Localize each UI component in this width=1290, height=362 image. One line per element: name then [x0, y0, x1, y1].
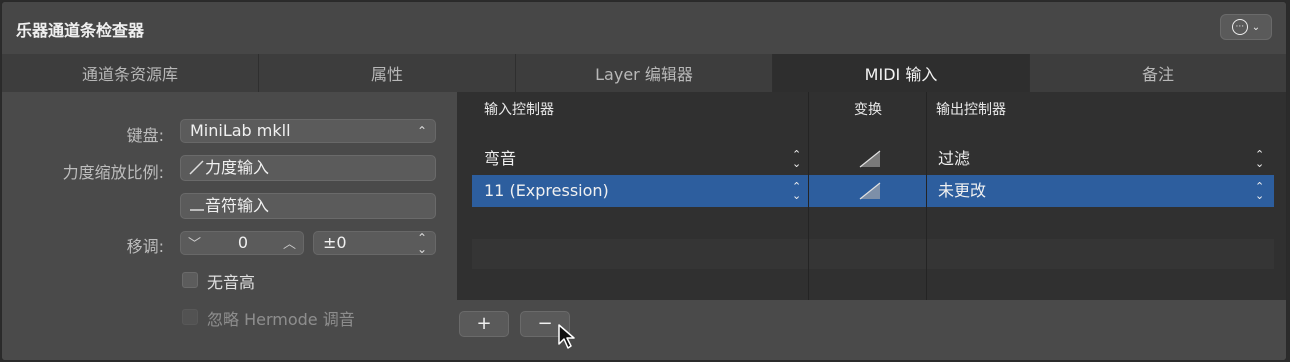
velocity-scale-label: 力度缩放比例: — [62, 163, 164, 182]
ellipsis-circle-icon: ··· — [1231, 19, 1248, 35]
transpose-offset-value: ±0 — [323, 233, 347, 252]
note-input-field[interactable]: 音符输入 — [180, 193, 436, 219]
ignore-hermode-label: 忽略 Hermode 调音 — [207, 310, 355, 329]
up-down-chevron-icon[interactable]: ⌃ ⌄ — [792, 149, 801, 169]
action-menu-button[interactable]: ··· ⌄ — [1220, 14, 1272, 40]
tab-attributes[interactable]: 属性 — [259, 54, 516, 92]
empty-row — [472, 239, 1274, 269]
header-transform: 变换 — [854, 102, 882, 118]
tab-midi-input[interactable]: MIDI 输入 — [773, 54, 1030, 92]
add-row-button[interactable]: + — [459, 311, 509, 337]
tab-bar: 通道条资源库 属性 Layer 编辑器 MIDI 输入 备注 — [2, 54, 1286, 93]
up-down-chevron-icon[interactable]: ⌃ ⌄ — [1255, 181, 1264, 201]
header-input-controller: 输入控制器 — [484, 102, 554, 118]
chevron-down-icon: ⌄ — [1251, 21, 1261, 33]
header-output-controller: 输出控制器 — [936, 102, 1006, 118]
transpose-label: 移调: — [126, 237, 164, 256]
input-controller-value: 11 (Expression) — [484, 181, 609, 200]
table-row-selected[interactable]: 11 (Expression) ⌃ ⌄ 未更改 ⌃ ⌄ — [472, 175, 1274, 207]
transpose-stepper[interactable]: ﹀ 0 ︿ — [180, 231, 304, 255]
mouse-pointer-icon — [558, 324, 575, 349]
column-divider — [808, 92, 809, 300]
output-controller-value: 未更改 — [938, 181, 987, 200]
linear-transform-icon[interactable] — [859, 150, 881, 168]
keyboard-label: 键盘: — [126, 126, 164, 145]
table-row[interactable]: 弯音 ⌃ ⌄ 过滤 ⌃ ⌄ — [472, 143, 1274, 175]
no-pitch-label: 无音高 — [207, 273, 256, 292]
title-bar: 乐器通道条检查器 ··· ⌄ — [2, 2, 1286, 55]
table-footer — [457, 300, 1286, 360]
flat-line-icon — [190, 209, 204, 211]
column-divider — [926, 92, 927, 300]
ignore-hermode-checkbox[interactable] — [182, 309, 198, 325]
output-controller-value: 过滤 — [938, 149, 971, 168]
controller-table: 输入控制器 变换 输出控制器 弯音 ⌃ ⌄ 过滤 ⌃ ⌄ 11 (Expressio… — [457, 92, 1286, 300]
inspector-window: 乐器通道条检查器 ··· ⌄ 通道条资源库 属性 Layer 编辑器 MIDI … — [1, 1, 1287, 361]
velocity-ramp-icon — [189, 160, 204, 175]
velocity-input-field[interactable]: 力度输入 — [180, 155, 436, 181]
no-pitch-checkbox[interactable] — [182, 272, 198, 288]
window-title: 乐器通道条检查器 — [16, 21, 145, 40]
up-down-chevron-icon: ⌃ ⌄ — [416, 231, 427, 256]
tab-notes[interactable]: 备注 — [1030, 54, 1286, 92]
tab-layer-editor[interactable]: Layer 编辑器 — [516, 54, 773, 92]
note-in-text: 音符输入 — [205, 196, 270, 215]
up-down-chevron-icon: ⌃ — [416, 124, 427, 138]
linear-transform-icon[interactable] — [859, 182, 881, 200]
up-down-chevron-icon[interactable]: ⌃ ⌄ — [792, 181, 801, 201]
transpose-offset-popup[interactable]: ±0 ⌃ ⌄ — [313, 231, 436, 255]
up-down-chevron-icon[interactable]: ⌃ ⌄ — [1255, 149, 1264, 169]
velocity-in-text: 力度输入 — [205, 158, 270, 177]
chevron-up-icon[interactable]: ︿ — [283, 233, 296, 252]
settings-panel: 键盘: MiniLab mkll ⌃ 力度缩放比例: 力度输入 音符输入 移调:… — [2, 92, 457, 360]
tab-channel-strip-library[interactable]: 通道条资源库 — [2, 54, 259, 92]
keyboard-popup[interactable]: MiniLab mkll ⌃ — [180, 119, 436, 143]
input-controller-value: 弯音 — [484, 149, 517, 168]
keyboard-value: MiniLab mkll — [190, 121, 291, 140]
